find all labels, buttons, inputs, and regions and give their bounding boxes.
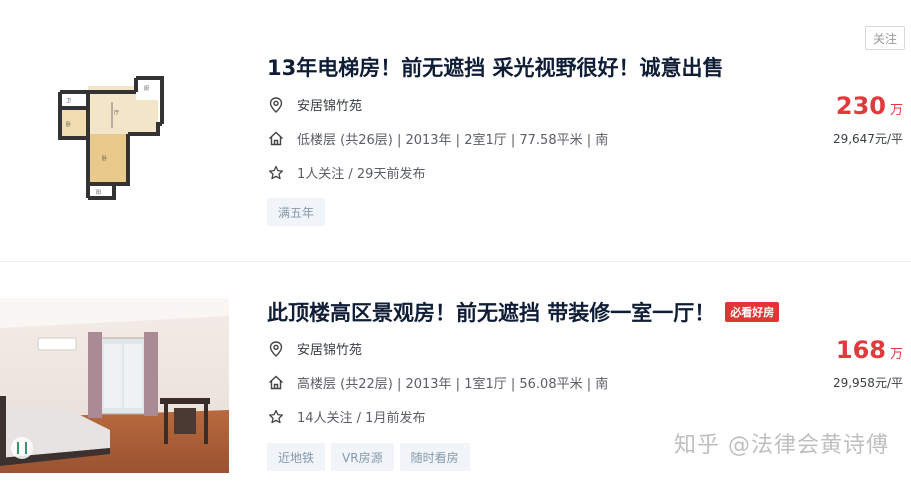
follow-button[interactable]: 关注: [865, 26, 905, 50]
house-icon: [267, 374, 285, 392]
follow-info-row: 14人关注 / 1月前发布: [267, 407, 425, 426]
tag[interactable]: 近地铁: [267, 443, 326, 471]
price-unit: 万: [889, 103, 903, 118]
tag[interactable]: 满五年: [267, 198, 326, 226]
must-see-badge: 必看好房: [725, 302, 780, 322]
community-row: 安居锦竹苑: [267, 95, 362, 114]
svg-text:厅: 厅: [114, 110, 119, 116]
house-info-row: 低楼层 (共26层) | 2013年 | 2室1厅 | 77.58平米 | 南: [267, 129, 608, 148]
listing-card[interactable]: 关注 卫 卧 厅 卧 厨 阳 13年电梯房！前无遮挡 采光视野很好！诚意出售 安…: [0, 0, 911, 262]
community-link[interactable]: 安居锦竹苑: [297, 339, 362, 358]
listing-title[interactable]: 此顶楼高区景观房！前无遮挡 带装修一室一厅！ 必看好房: [267, 297, 780, 327]
community-link[interactable]: 安居锦竹苑: [297, 95, 362, 114]
price-block: 230 万 29,647元/平: [833, 92, 903, 147]
follow-info: 1人关注 / 29天前发布: [297, 167, 426, 182]
svg-text:卧: 卧: [66, 121, 71, 128]
house-info: 低楼层 (共26层) | 2013年 | 2室1厅 | 77.58平米 | 南: [297, 133, 609, 148]
community-row: 安居锦竹苑: [267, 339, 362, 358]
location-pin-icon: [267, 340, 285, 358]
svg-text:厨: 厨: [144, 86, 149, 92]
price-block: 168 万 29,958元/平: [833, 336, 903, 391]
floorplan-drawing: 卫 卧 厅 卧 厨 阳: [52, 72, 172, 204]
star-icon: [267, 164, 285, 182]
tag-list: 近地铁 VR房源 随时看房: [267, 443, 470, 471]
follow-info-row: 1人关注 / 29天前发布: [267, 163, 425, 182]
tag-list: 满五年: [267, 198, 326, 226]
listing-title-text: 此顶楼高区景观房！前无遮挡 带装修一室一厅！: [267, 301, 716, 325]
price-unit: 万: [889, 347, 903, 362]
svg-text:阳: 阳: [96, 189, 101, 196]
total-price: 230: [835, 92, 886, 120]
location-pin-icon: [267, 96, 285, 114]
watermark: 知乎 @法律会黄诗傅: [674, 433, 889, 458]
total-price: 168: [835, 336, 886, 364]
floorplan-image[interactable]: 卫 卧 厅 卧 厨 阳: [52, 72, 172, 204]
unit-price: 29,647元/平: [832, 132, 903, 146]
star-icon: [267, 408, 285, 426]
unit-price: 29,958元/平: [832, 376, 903, 390]
house-info: 高楼层 (共22层) | 2013年 | 1室1厅 | 56.08平米 | 南: [297, 377, 609, 392]
house-icon: [267, 130, 285, 148]
svg-text:卫: 卫: [66, 98, 71, 104]
tag[interactable]: VR房源: [331, 443, 394, 471]
house-info-row: 高楼层 (共22层) | 2013年 | 1室1厅 | 56.08平米 | 南: [267, 373, 608, 392]
tag[interactable]: 随时看房: [399, 443, 470, 471]
follow-info: 14人关注 / 1月前发布: [297, 411, 426, 426]
room-photo[interactable]: [0, 298, 229, 473]
svg-text:卧: 卧: [102, 155, 107, 162]
listing-title[interactable]: 13年电梯房！前无遮挡 采光视野很好！诚意出售: [267, 52, 724, 82]
room-photo-drawing: [0, 298, 229, 473]
